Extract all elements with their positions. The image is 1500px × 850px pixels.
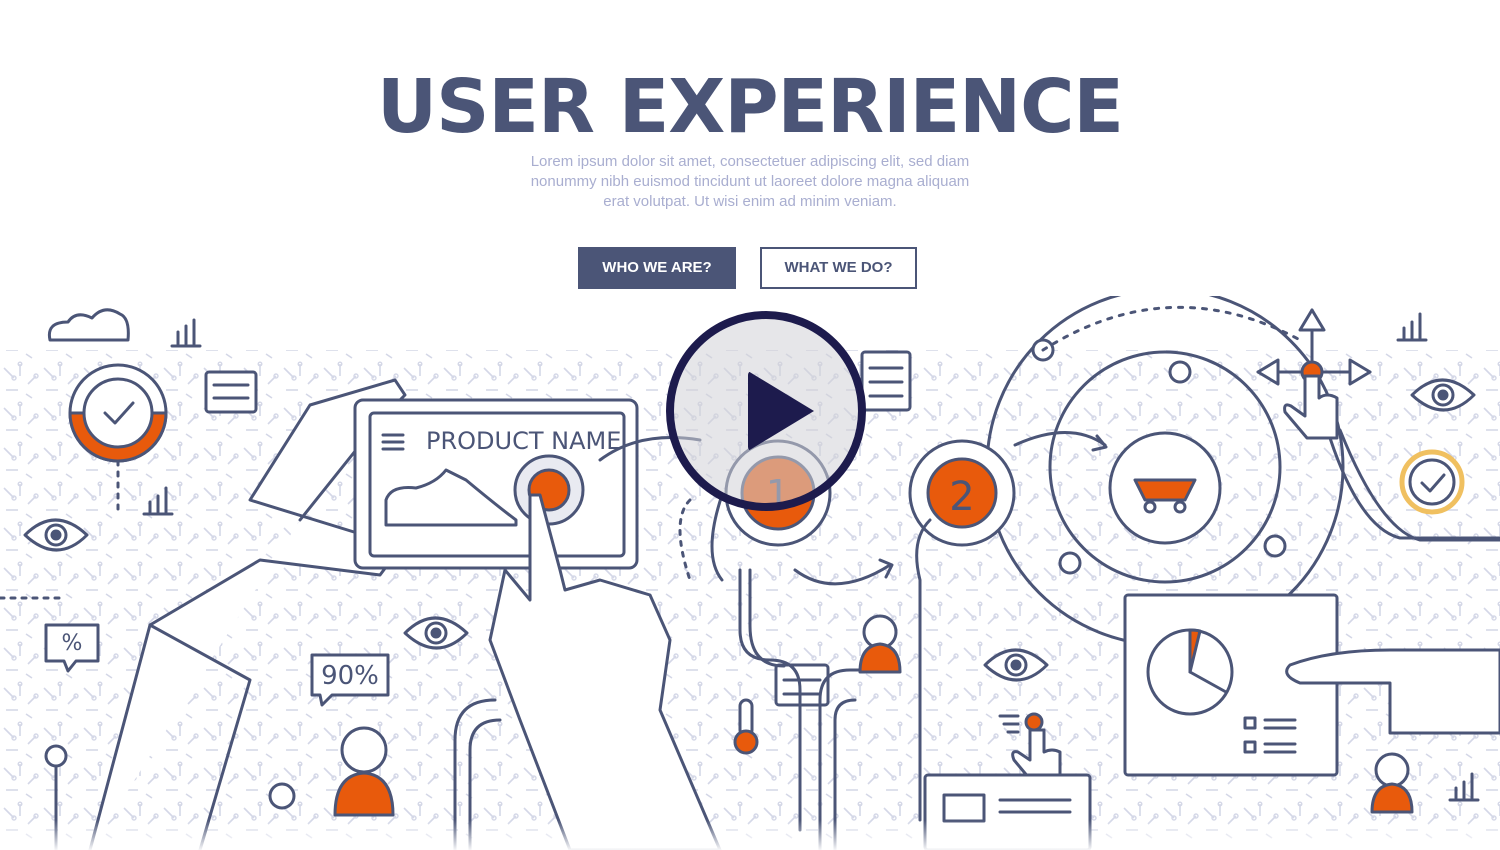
step-2-label: 2 <box>949 474 974 520</box>
report-document <box>1123 593 1339 777</box>
page-title: USER EXPERIENCE <box>377 64 1124 150</box>
product-tap-button <box>513 454 585 526</box>
bar-chart-icon-1 <box>170 318 202 348</box>
video-play-button[interactable] <box>666 311 866 511</box>
list-card-icon-2 <box>860 350 912 412</box>
check-circle-icon-gold <box>1399 449 1465 515</box>
bottom-fade <box>0 820 1500 850</box>
what-we-do-button[interactable]: WHAT WE DO? <box>760 247 917 289</box>
rating-label: 90% <box>321 661 379 691</box>
who-we-are-button[interactable]: WHO WE ARE? <box>578 247 736 289</box>
percent-label: % <box>62 631 83 656</box>
product-card <box>353 398 639 570</box>
hero-section: USER EXPERIENCE Lorem ipsum dolor sit am… <box>0 0 1500 300</box>
move-arrows-icon <box>1256 308 1372 386</box>
play-icon <box>748 371 814 451</box>
hero-subtitle: Lorem ipsum dolor sit amet, consectetuer… <box>530 153 970 210</box>
cloud-icon <box>47 308 130 342</box>
list-card-icon-1 <box>204 370 258 414</box>
bar-chart-icon-3 <box>1396 312 1428 342</box>
product-name-label: PRODUCT NAME <box>426 427 621 455</box>
